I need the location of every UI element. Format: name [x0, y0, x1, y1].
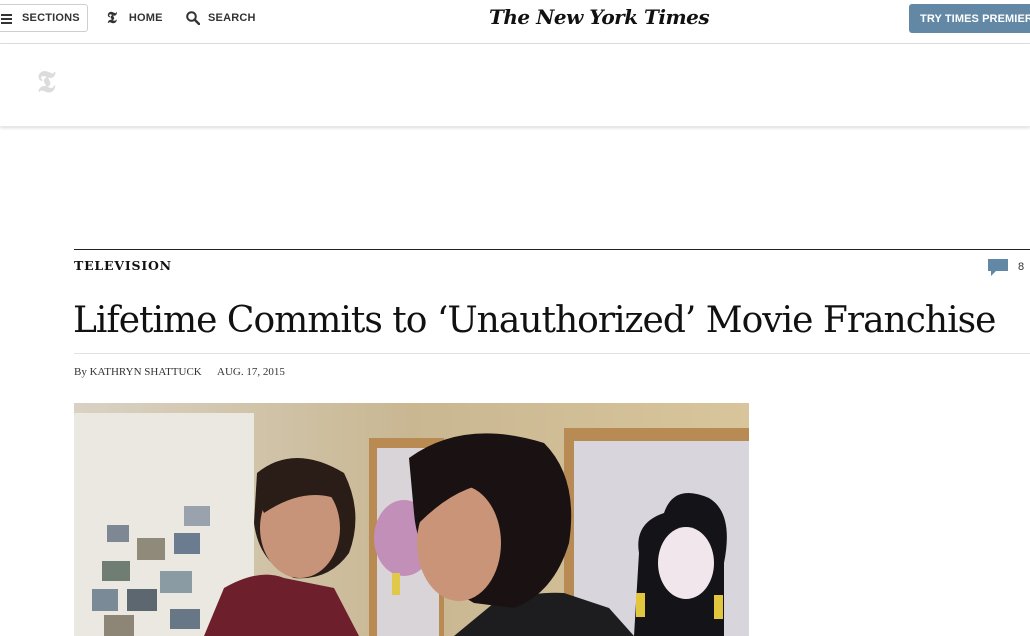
masthead-bar: SECTIONS 𝕿 HOME SEARCH The New York Time…	[0, 0, 1030, 44]
section-divider	[74, 249, 1030, 250]
try-times-premier-button[interactable]: TRY TIMES PREMIER	[909, 4, 1030, 33]
author-link[interactable]: KATHRYN SHATTUCK	[90, 366, 202, 378]
nyt-logo[interactable]: The New York Times	[489, 5, 710, 29]
home-label: HOME	[128, 12, 163, 24]
article-headline: Lifetime Commits to ‘Unauthorized’ Movie…	[73, 300, 996, 341]
nyt-t-icon: 𝕿	[107, 8, 117, 27]
comments-link[interactable]: 8	[988, 259, 1024, 276]
comment-count: 8	[1018, 261, 1025, 273]
nyt-t-icon: 𝕿	[37, 65, 56, 100]
search-icon	[186, 11, 200, 25]
home-link[interactable]: 𝕿 HOME	[107, 10, 163, 26]
search-label: SEARCH	[208, 12, 256, 24]
section-kicker[interactable]: TELEVISION	[74, 258, 172, 273]
byline-divider	[74, 353, 1030, 354]
ad-banner: 𝕿	[0, 44, 1030, 127]
lead-photo-image	[74, 403, 749, 636]
sections-label: SECTIONS	[22, 12, 80, 24]
search-link[interactable]: SEARCH	[186, 11, 256, 25]
comment-icon	[988, 259, 1008, 276]
byline: By KATHRYN SHATTUCK	[74, 366, 202, 378]
sections-button[interactable]: SECTIONS	[0, 4, 88, 32]
publish-date: AUG. 17, 2015	[217, 366, 285, 378]
hamburger-icon	[1, 13, 12, 24]
byline-prefix: By	[74, 366, 87, 378]
lead-photo[interactable]	[74, 403, 749, 636]
